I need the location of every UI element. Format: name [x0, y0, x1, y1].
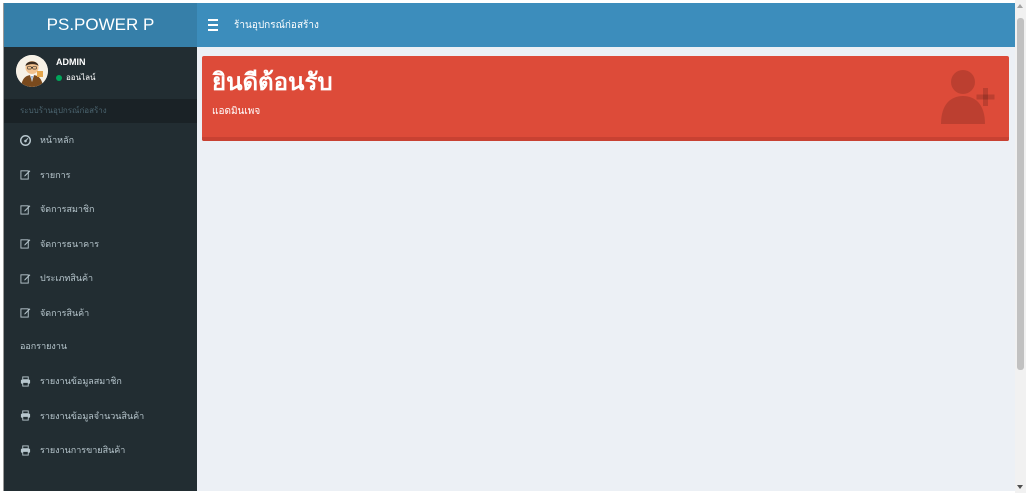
sidebar-item-label: จัดการสมาชิก: [40, 205, 95, 216]
reports-section-header: ออกรายงาน: [20, 342, 68, 352]
print-icon: [20, 410, 34, 421]
user-panel: ADMIN ออนไลน์: [4, 47, 197, 99]
print-icon: [20, 376, 34, 387]
sidebar-item-categories[interactable]: ประเภทสินค้า: [4, 261, 197, 296]
scroll-down-icon[interactable]: [1017, 485, 1023, 489]
edit-icon: [20, 169, 34, 180]
sidebar: ADMIN ออนไลน์ ระบบร้านอุปกรณ์ก่อสร้าง หน…: [4, 47, 197, 491]
sidebar-item-label: รายงานข้อมูลสมาชิก: [40, 377, 122, 388]
dashboard-icon: [20, 134, 34, 146]
sidebar-header: ระบบร้านอุปกรณ์ก่อสร้าง: [4, 99, 197, 123]
edit-icon: [20, 204, 34, 215]
scroll-thumb[interactable]: [1017, 18, 1024, 370]
sidebar-item-members[interactable]: จัดการสมาชิก: [4, 192, 197, 227]
sidebar-item-stock-report[interactable]: รายงานข้อมูลจำนวนสินค้า: [4, 399, 197, 434]
sidebar-item-label: จัดการสินค้า: [40, 308, 90, 319]
user-status: ออนไลน์: [56, 71, 95, 84]
sidebar-item-home[interactable]: หน้าหลัก: [4, 123, 197, 158]
edit-icon: [20, 273, 34, 284]
app-window: PS.POWER P ร้านอุปกรณ์ก่อสร้าง ADMIN ออน…: [3, 3, 1015, 491]
sidebar-item-member-report[interactable]: รายงานข้อมูลสมาชิก: [4, 364, 197, 399]
sidebar-item-list[interactable]: รายการ: [4, 158, 197, 193]
box-footer: [202, 137, 1009, 141]
top-navbar: ร้านอุปกรณ์ก่อสร้าง: [197, 3, 1015, 47]
user-plus-icon: [939, 66, 1001, 130]
edit-icon: [20, 238, 34, 249]
sidebar-item-label: รายงานข้อมูลจำนวนสินค้า: [40, 411, 145, 422]
sidebar-item-products[interactable]: จัดการสินค้า: [4, 296, 197, 331]
sidebar-item-label: รายงานการขายสินค้า: [40, 446, 126, 457]
online-dot-icon: [56, 74, 62, 81]
main-content: ยินดีต้อนรับ แอดมินเพจ: [197, 47, 1015, 491]
sidebar-item-banks[interactable]: จัดการธนาคาร: [4, 227, 197, 262]
brand-logo[interactable]: PS.POWER P: [4, 3, 197, 47]
user-status-label: ออนไลน์: [66, 73, 96, 82]
edit-icon: [20, 307, 34, 318]
sidebar-item-label: หน้าหลัก: [40, 136, 75, 147]
sidebar-item-label: ประเภทสินค้า: [40, 274, 94, 285]
navbar-title: ร้านอุปกรณ์ก่อสร้าง: [234, 19, 319, 31]
sidebar-item-sales-report[interactable]: รายงานการขายสินค้า: [4, 433, 197, 468]
vertical-scrollbar[interactable]: [1015, 0, 1026, 493]
sidebar-item-label: จัดการธนาคาร: [40, 239, 100, 250]
welcome-box[interactable]: ยินดีต้อนรับ แอดมินเพจ: [202, 56, 1009, 141]
user-name: ADMIN: [56, 57, 86, 67]
scroll-up-icon[interactable]: [1017, 4, 1023, 8]
hamburger-icon[interactable]: [208, 3, 230, 47]
welcome-subtitle: แอดมินเพจ: [212, 106, 261, 117]
print-icon: [20, 445, 34, 456]
welcome-title: ยินดีต้อนรับ: [212, 68, 333, 96]
avatar: [16, 55, 48, 87]
sidebar-item-label: รายการ: [40, 170, 71, 181]
